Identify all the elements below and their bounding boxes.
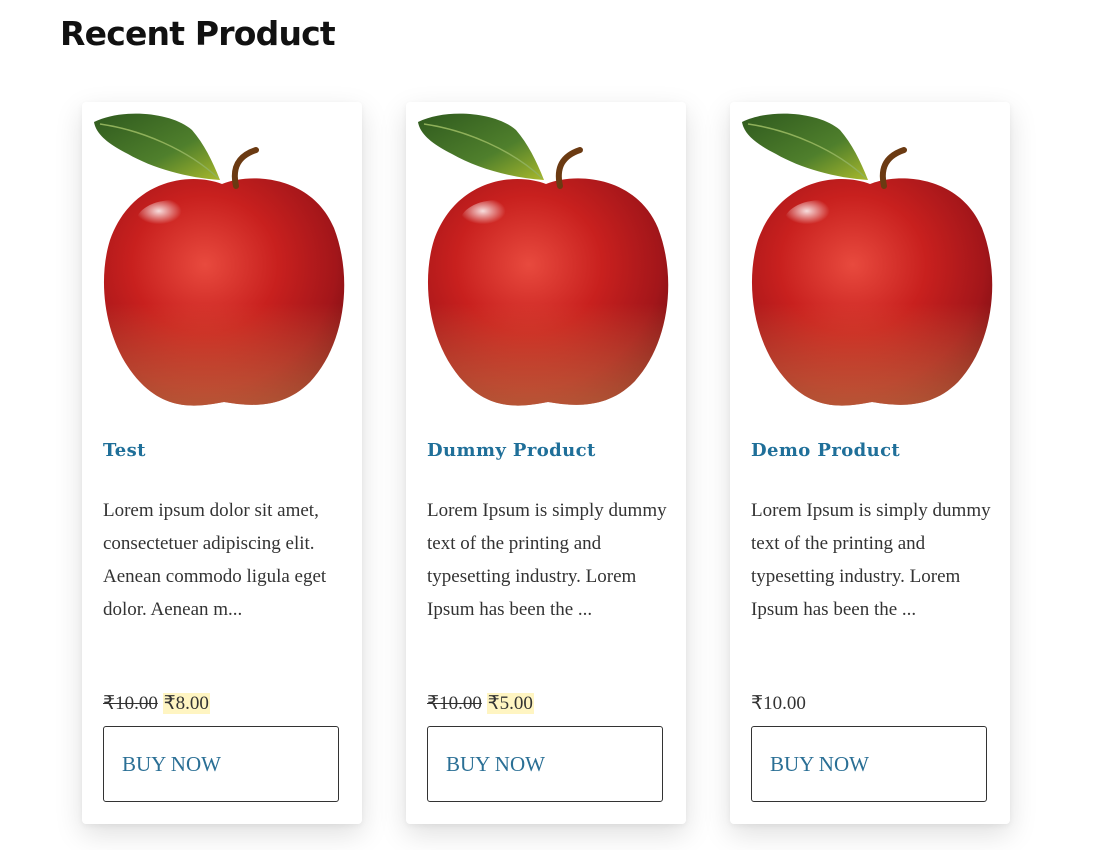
original-price: ₹10.00 (103, 693, 158, 714)
product-title-link[interactable]: Demo Product (751, 440, 900, 461)
product-description: Lorem ipsum dolor sit amet, consectetuer… (103, 500, 327, 620)
buy-now-button[interactable]: BUY NOW (751, 726, 987, 802)
buy-now-button[interactable]: BUY NOW (103, 726, 339, 802)
section-title: Recent Product (60, 14, 336, 53)
regular-price: ₹10.00 (751, 693, 806, 714)
product-title-link[interactable]: Dummy Product (427, 440, 596, 461)
price-row: ₹10.00 (751, 690, 806, 718)
product-card: Demo Product Lorem Ipsum is simply dummy… (730, 102, 1010, 824)
price-row: ₹10.00 ₹5.00 (427, 690, 534, 718)
sale-price: ₹8.00 (162, 693, 210, 714)
product-image[interactable] (740, 110, 1002, 414)
price-row: ₹10.00 ₹8.00 (103, 690, 210, 718)
product-title-link[interactable]: Test (103, 440, 146, 461)
recent-products-page: Recent Product Test Lorem ipsum dolor si… (0, 0, 1108, 850)
product-image[interactable] (92, 110, 354, 414)
product-description: Lorem Ipsum is simply dummy text of the … (427, 500, 667, 620)
original-price: ₹10.00 (427, 693, 482, 714)
product-image[interactable] (416, 110, 678, 414)
product-card: Test Lorem ipsum dolor sit amet, consect… (82, 102, 362, 824)
sale-price: ₹5.00 (486, 693, 534, 714)
product-card: Dummy Product Lorem Ipsum is simply dumm… (406, 102, 686, 824)
product-description: Lorem Ipsum is simply dummy text of the … (751, 500, 991, 620)
buy-now-button[interactable]: BUY NOW (427, 726, 663, 802)
